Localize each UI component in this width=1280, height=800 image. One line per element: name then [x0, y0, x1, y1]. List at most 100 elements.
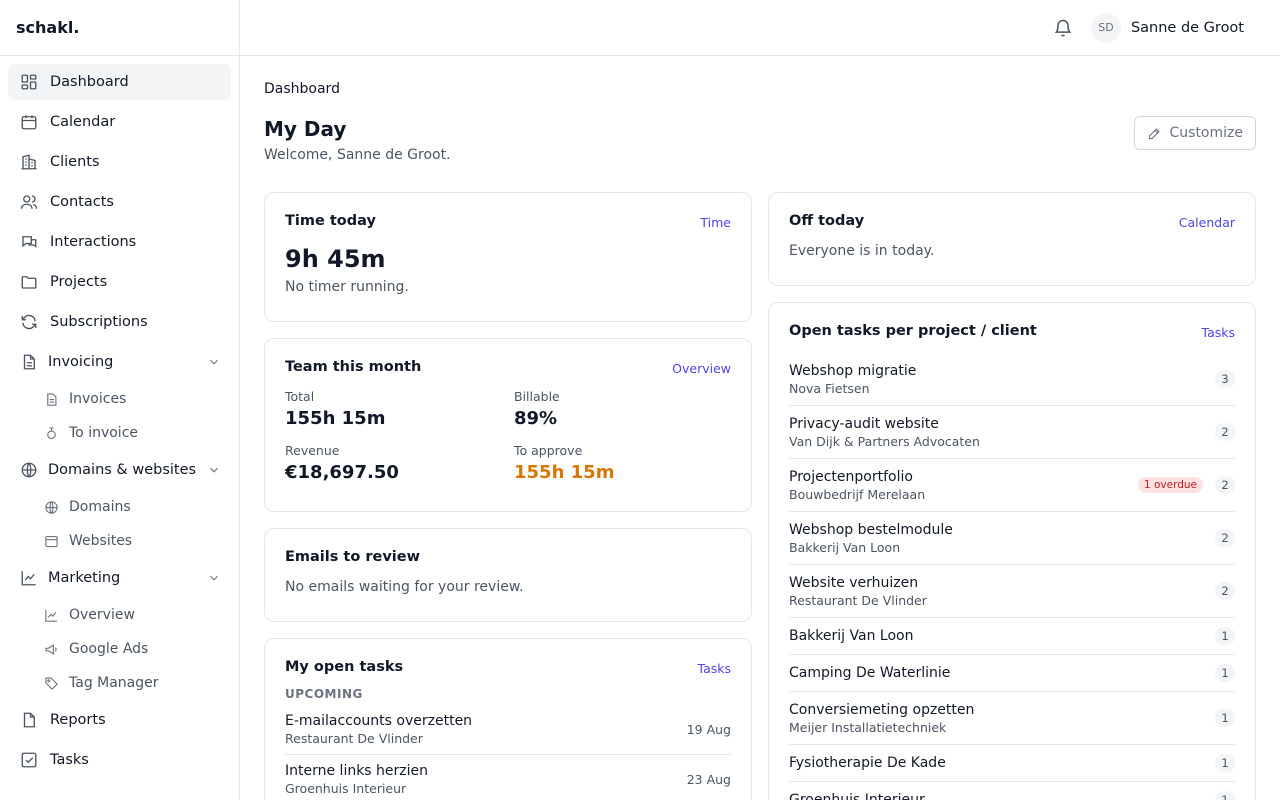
- overdue-badge: 1 overdue: [1137, 477, 1203, 493]
- sidebar-subitem-tag-manager[interactable]: Tag Manager: [8, 668, 231, 698]
- pencil-icon: [1147, 126, 1162, 141]
- avatar[interactable]: SD: [1090, 12, 1121, 43]
- sidebar-group-invoicing[interactable]: Invoicing: [8, 344, 231, 380]
- task-row[interactable]: E-mailaccounts overzetten Restaurant De …: [285, 705, 731, 755]
- stat-label: Total: [285, 389, 315, 404]
- document-icon: [20, 711, 38, 729]
- project-text: Camping De Waterlinie: [789, 665, 1215, 681]
- tasks-link[interactable]: Tasks: [1202, 325, 1236, 340]
- project-row[interactable]: Groenhuis Interieur 1: [789, 782, 1235, 800]
- folder-icon: [20, 273, 38, 291]
- stat-value: 89%: [514, 408, 558, 429]
- sidebar-subitem-to-invoice[interactable]: To invoice: [8, 418, 231, 448]
- sidebar-item-interactions[interactable]: Interactions: [8, 224, 231, 260]
- project-text: Conversiemeting opzetten Meijer Installat…: [789, 702, 1215, 735]
- sidebar-subitem-google-ads[interactable]: Google Ads: [8, 634, 231, 664]
- coin-icon: [44, 426, 59, 441]
- megaphone-icon: [44, 642, 59, 657]
- customize-label: Customize: [1169, 125, 1244, 141]
- off-today-card: Off today Calendar Everyone is in today.: [768, 192, 1256, 286]
- sidebar-group-domains[interactable]: Domains & websites: [8, 452, 231, 488]
- sidebar-item-label: Dashboard: [50, 74, 129, 90]
- project-row[interactable]: Webshop bestelmodule Bakkerij Van Loon 2: [789, 512, 1235, 565]
- sidebar-item-reports[interactable]: Reports: [8, 702, 231, 738]
- sidebar-item-projects[interactable]: Projects: [8, 264, 231, 300]
- line-chart-icon: [20, 569, 38, 587]
- project-row[interactable]: Fysiotherapie De Kade 1: [789, 745, 1235, 782]
- task-count-badge: 1: [1215, 754, 1235, 772]
- project-text: Bakkerij Van Loon: [789, 628, 1215, 644]
- sidebar-nav: Dashboard Calendar Clients Contacts Inte…: [0, 56, 239, 778]
- team-stats: Total 155h 15m Billable 89% Revenue €18,…: [285, 389, 731, 483]
- bell-icon[interactable]: [1053, 18, 1073, 38]
- timer-status: No timer running.: [285, 279, 409, 295]
- project-client: Bouwbedrijf Merelaan: [789, 486, 926, 502]
- main-content: Dashboard My Day Welcome, Sanne de Groot…: [264, 56, 1256, 800]
- document-icon: [20, 353, 38, 371]
- chat-icon: [20, 233, 38, 251]
- task-row[interactable]: Interne links herzien Groenhuis Interieu…: [285, 755, 731, 800]
- top-bar: SD Sanne de Groot: [240, 0, 1280, 56]
- task-name: E-mailaccounts overzetten: [285, 713, 473, 729]
- sidebar-item-label: Contacts: [50, 194, 114, 210]
- project-name: Camping De Waterlinie: [789, 665, 951, 681]
- sidebar-subitem-websites[interactable]: Websites: [8, 526, 231, 556]
- checkbox-icon: [20, 751, 38, 769]
- off-today-text: Everyone is in today.: [789, 243, 935, 259]
- sidebar-group-label: Invoicing: [48, 354, 114, 370]
- project-client: Meijer Installatietechniek: [789, 719, 947, 735]
- sidebar-item-dashboard[interactable]: Dashboard: [8, 64, 231, 100]
- breadcrumb[interactable]: Dashboard: [264, 81, 1256, 97]
- card-title: My open tasks: [285, 659, 404, 675]
- project-row[interactable]: Webshop migratie Nova Fietsen 3: [789, 353, 1235, 406]
- calendar-link[interactable]: Calendar: [1179, 215, 1235, 230]
- project-row[interactable]: Privacy-audit website Van Dijk & Partners…: [789, 406, 1235, 459]
- project-text: Groenhuis Interieur: [789, 792, 1215, 800]
- building-icon: [20, 153, 38, 171]
- refresh-icon: [20, 313, 38, 331]
- sidebar-item-clients[interactable]: Clients: [8, 144, 231, 180]
- stat-revenue: Revenue €18,697.50: [285, 443, 514, 483]
- stat-total: Total 155h 15m: [285, 389, 514, 429]
- stat-label: Revenue: [285, 443, 340, 458]
- sidebar-item-label: Tasks: [50, 752, 89, 768]
- sidebar-item-calendar[interactable]: Calendar: [8, 104, 231, 140]
- user-name[interactable]: Sanne de Groot: [1131, 20, 1244, 36]
- project-name: Bakkerij Van Loon: [789, 628, 914, 644]
- sidebar-subitem-domains[interactable]: Domains: [8, 492, 231, 522]
- sidebar-item-contacts[interactable]: Contacts: [8, 184, 231, 220]
- chevron-down-icon: [207, 571, 221, 585]
- project-row[interactable]: Conversiemeting opzetten Meijer Installat…: [789, 692, 1235, 745]
- sidebar-item-subscriptions[interactable]: Subscriptions: [8, 304, 231, 340]
- task-name: Interne links herzien: [285, 763, 429, 779]
- customize-button[interactable]: Customize: [1133, 116, 1256, 150]
- project-row[interactable]: Projectenportfolio Bouwbedrijf Merelaan 1 …: [789, 459, 1235, 512]
- project-row[interactable]: Website verhuizen Restaurant De Vlinder 2: [789, 565, 1235, 618]
- stat-billable: Billable 89%: [514, 389, 731, 429]
- project-name: Webshop migratie: [789, 362, 917, 379]
- tag-icon: [44, 676, 59, 691]
- file-text-icon: [44, 392, 59, 407]
- project-row[interactable]: Bakkerij Van Loon 1: [789, 618, 1235, 655]
- globe-icon: [20, 461, 38, 479]
- task-client: Restaurant De Vlinder: [285, 731, 423, 746]
- project-text: Webshop bestelmodule Bakkerij Van Loon: [789, 522, 1215, 555]
- page-title: My Day: [264, 117, 347, 141]
- sidebar-subitem-label: Domains: [69, 499, 131, 515]
- overview-link[interactable]: Overview: [672, 361, 731, 376]
- stat-value: €18,697.50: [285, 462, 399, 483]
- project-name: Webshop bestelmodule: [789, 521, 953, 538]
- sidebar-item-tasks[interactable]: Tasks: [8, 742, 231, 778]
- task-count-badge: 2: [1215, 529, 1235, 547]
- tasks-link[interactable]: Tasks: [698, 661, 732, 676]
- sidebar-subitem-invoices[interactable]: Invoices: [8, 384, 231, 414]
- brand-logo[interactable]: schakl.: [0, 0, 239, 56]
- emails-empty-text: No emails waiting for your review.: [285, 579, 524, 595]
- project-row[interactable]: Camping De Waterlinie 1: [789, 655, 1235, 692]
- sidebar-group-marketing[interactable]: Marketing: [8, 560, 231, 596]
- time-link[interactable]: Time: [700, 215, 731, 230]
- sidebar-item-label: Calendar: [50, 114, 116, 130]
- sidebar-subitem-overview[interactable]: Overview: [8, 600, 231, 630]
- project-client: Nova Fietsen: [789, 380, 870, 396]
- sidebar-item-label: Clients: [50, 154, 100, 170]
